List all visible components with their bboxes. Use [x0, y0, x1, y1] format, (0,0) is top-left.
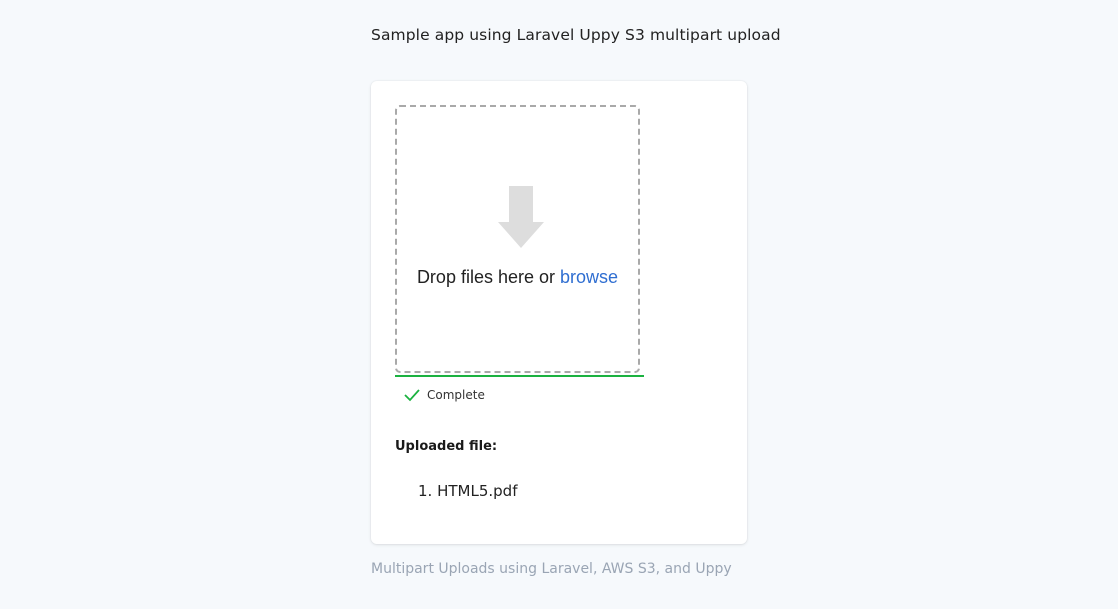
upload-card: Drop files here or browse Complete Uploa…: [371, 81, 747, 544]
upload-progress-bar: [395, 375, 644, 377]
drop-instructions: Drop files here or browse: [397, 267, 638, 288]
status-text: Complete: [427, 388, 485, 402]
file-dropzone[interactable]: Drop files here or browse: [395, 105, 640, 373]
page-title: Sample app using Laravel Uppy S3 multipa…: [371, 26, 781, 44]
list-item-number: 1.: [418, 482, 433, 500]
list-item: 1. HTML5.pdf: [418, 482, 517, 500]
arrow-down-icon: [498, 186, 544, 248]
browse-link[interactable]: browse: [560, 267, 618, 287]
uploaded-files-list: 1. HTML5.pdf: [418, 482, 517, 500]
page: Sample app using Laravel Uppy S3 multipa…: [0, 0, 1118, 609]
list-item-filename: HTML5.pdf: [437, 482, 518, 500]
drop-text-label: Drop files here or: [416, 267, 555, 287]
upload-status: Complete: [404, 388, 485, 402]
check-icon: [404, 389, 420, 402]
uploaded-files-label: Uploaded file:: [395, 439, 498, 454]
footer-text: Multipart Uploads using Laravel, AWS S3,…: [371, 561, 732, 577]
